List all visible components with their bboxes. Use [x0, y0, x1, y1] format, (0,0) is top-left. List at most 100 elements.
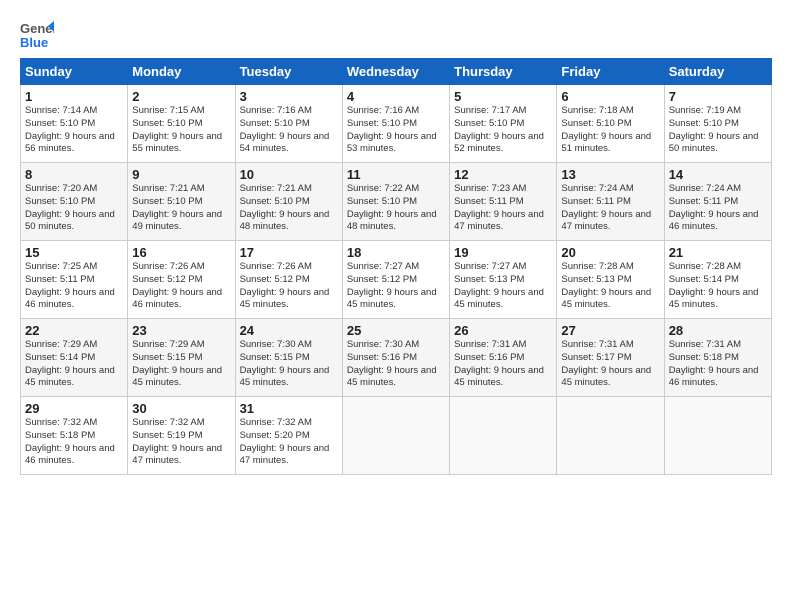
day-number: 5 [454, 89, 552, 104]
day-info: Sunrise: 7:31 AMSunset: 5:16 PMDaylight:… [454, 339, 552, 390]
day-cell: 6Sunrise: 7:18 AMSunset: 5:10 PMDaylight… [557, 85, 664, 163]
col-header-tuesday: Tuesday [235, 59, 342, 85]
day-cell: 27Sunrise: 7:31 AMSunset: 5:17 PMDayligh… [557, 319, 664, 397]
logo: General Blue [20, 18, 56, 50]
day-info: Sunrise: 7:23 AMSunset: 5:11 PMDaylight:… [454, 183, 552, 234]
day-number: 15 [25, 245, 123, 260]
col-header-wednesday: Wednesday [342, 59, 449, 85]
day-number: 16 [132, 245, 230, 260]
day-info: Sunrise: 7:24 AMSunset: 5:11 PMDaylight:… [669, 183, 767, 234]
day-cell [450, 397, 557, 475]
day-cell: 5Sunrise: 7:17 AMSunset: 5:10 PMDaylight… [450, 85, 557, 163]
day-cell: 24Sunrise: 7:30 AMSunset: 5:15 PMDayligh… [235, 319, 342, 397]
day-cell: 8Sunrise: 7:20 AMSunset: 5:10 PMDaylight… [21, 163, 128, 241]
day-cell [557, 397, 664, 475]
col-header-saturday: Saturday [664, 59, 771, 85]
day-info: Sunrise: 7:27 AMSunset: 5:12 PMDaylight:… [347, 261, 445, 312]
day-info: Sunrise: 7:15 AMSunset: 5:10 PMDaylight:… [132, 105, 230, 156]
day-cell: 31Sunrise: 7:32 AMSunset: 5:20 PMDayligh… [235, 397, 342, 475]
week-row-5: 29Sunrise: 7:32 AMSunset: 5:18 PMDayligh… [21, 397, 772, 475]
col-header-thursday: Thursday [450, 59, 557, 85]
day-number: 22 [25, 323, 123, 338]
day-info: Sunrise: 7:24 AMSunset: 5:11 PMDaylight:… [561, 183, 659, 234]
calendar-header-row: SundayMondayTuesdayWednesdayThursdayFrid… [21, 59, 772, 85]
day-info: Sunrise: 7:16 AMSunset: 5:10 PMDaylight:… [347, 105, 445, 156]
day-info: Sunrise: 7:26 AMSunset: 5:12 PMDaylight:… [132, 261, 230, 312]
day-cell: 25Sunrise: 7:30 AMSunset: 5:16 PMDayligh… [342, 319, 449, 397]
day-cell: 11Sunrise: 7:22 AMSunset: 5:10 PMDayligh… [342, 163, 449, 241]
day-cell: 20Sunrise: 7:28 AMSunset: 5:13 PMDayligh… [557, 241, 664, 319]
day-info: Sunrise: 7:32 AMSunset: 5:19 PMDaylight:… [132, 417, 230, 468]
day-cell: 14Sunrise: 7:24 AMSunset: 5:11 PMDayligh… [664, 163, 771, 241]
day-cell: 22Sunrise: 7:29 AMSunset: 5:14 PMDayligh… [21, 319, 128, 397]
day-cell: 10Sunrise: 7:21 AMSunset: 5:10 PMDayligh… [235, 163, 342, 241]
day-number: 25 [347, 323, 445, 338]
day-number: 11 [347, 167, 445, 182]
day-number: 10 [240, 167, 338, 182]
calendar-table: SundayMondayTuesdayWednesdayThursdayFrid… [20, 58, 772, 475]
day-number: 1 [25, 89, 123, 104]
day-cell: 19Sunrise: 7:27 AMSunset: 5:13 PMDayligh… [450, 241, 557, 319]
day-number: 21 [669, 245, 767, 260]
day-number: 19 [454, 245, 552, 260]
day-info: Sunrise: 7:30 AMSunset: 5:16 PMDaylight:… [347, 339, 445, 390]
day-cell: 9Sunrise: 7:21 AMSunset: 5:10 PMDaylight… [128, 163, 235, 241]
day-info: Sunrise: 7:19 AMSunset: 5:10 PMDaylight:… [669, 105, 767, 156]
day-number: 26 [454, 323, 552, 338]
day-number: 29 [25, 401, 123, 416]
day-info: Sunrise: 7:31 AMSunset: 5:17 PMDaylight:… [561, 339, 659, 390]
day-cell: 7Sunrise: 7:19 AMSunset: 5:10 PMDaylight… [664, 85, 771, 163]
day-cell: 1Sunrise: 7:14 AMSunset: 5:10 PMDaylight… [21, 85, 128, 163]
day-cell: 21Sunrise: 7:28 AMSunset: 5:14 PMDayligh… [664, 241, 771, 319]
svg-text:Blue: Blue [20, 35, 48, 50]
day-number: 30 [132, 401, 230, 416]
day-info: Sunrise: 7:26 AMSunset: 5:12 PMDaylight:… [240, 261, 338, 312]
day-cell [664, 397, 771, 475]
day-info: Sunrise: 7:25 AMSunset: 5:11 PMDaylight:… [25, 261, 123, 312]
day-info: Sunrise: 7:29 AMSunset: 5:15 PMDaylight:… [132, 339, 230, 390]
day-cell: 29Sunrise: 7:32 AMSunset: 5:18 PMDayligh… [21, 397, 128, 475]
day-number: 3 [240, 89, 338, 104]
day-number: 24 [240, 323, 338, 338]
day-number: 23 [132, 323, 230, 338]
week-row-2: 8Sunrise: 7:20 AMSunset: 5:10 PMDaylight… [21, 163, 772, 241]
day-info: Sunrise: 7:28 AMSunset: 5:14 PMDaylight:… [669, 261, 767, 312]
day-number: 27 [561, 323, 659, 338]
day-number: 2 [132, 89, 230, 104]
col-header-monday: Monday [128, 59, 235, 85]
day-cell: 12Sunrise: 7:23 AMSunset: 5:11 PMDayligh… [450, 163, 557, 241]
page: General Blue SundayMondayTuesdayWednesda… [0, 0, 792, 485]
day-number: 4 [347, 89, 445, 104]
day-info: Sunrise: 7:21 AMSunset: 5:10 PMDaylight:… [132, 183, 230, 234]
day-number: 9 [132, 167, 230, 182]
day-cell: 18Sunrise: 7:27 AMSunset: 5:12 PMDayligh… [342, 241, 449, 319]
day-number: 20 [561, 245, 659, 260]
day-number: 12 [454, 167, 552, 182]
day-cell: 16Sunrise: 7:26 AMSunset: 5:12 PMDayligh… [128, 241, 235, 319]
day-cell: 28Sunrise: 7:31 AMSunset: 5:18 PMDayligh… [664, 319, 771, 397]
day-number: 7 [669, 89, 767, 104]
day-cell: 3Sunrise: 7:16 AMSunset: 5:10 PMDaylight… [235, 85, 342, 163]
week-row-4: 22Sunrise: 7:29 AMSunset: 5:14 PMDayligh… [21, 319, 772, 397]
week-row-3: 15Sunrise: 7:25 AMSunset: 5:11 PMDayligh… [21, 241, 772, 319]
day-info: Sunrise: 7:32 AMSunset: 5:20 PMDaylight:… [240, 417, 338, 468]
day-info: Sunrise: 7:21 AMSunset: 5:10 PMDaylight:… [240, 183, 338, 234]
day-cell: 23Sunrise: 7:29 AMSunset: 5:15 PMDayligh… [128, 319, 235, 397]
day-cell: 30Sunrise: 7:32 AMSunset: 5:19 PMDayligh… [128, 397, 235, 475]
day-number: 31 [240, 401, 338, 416]
day-cell: 2Sunrise: 7:15 AMSunset: 5:10 PMDaylight… [128, 85, 235, 163]
day-cell: 17Sunrise: 7:26 AMSunset: 5:12 PMDayligh… [235, 241, 342, 319]
day-cell: 15Sunrise: 7:25 AMSunset: 5:11 PMDayligh… [21, 241, 128, 319]
col-header-sunday: Sunday [21, 59, 128, 85]
day-info: Sunrise: 7:29 AMSunset: 5:14 PMDaylight:… [25, 339, 123, 390]
header: General Blue [20, 18, 772, 50]
logo-icon: General Blue [20, 18, 54, 50]
day-info: Sunrise: 7:14 AMSunset: 5:10 PMDaylight:… [25, 105, 123, 156]
day-cell [342, 397, 449, 475]
day-info: Sunrise: 7:16 AMSunset: 5:10 PMDaylight:… [240, 105, 338, 156]
day-number: 13 [561, 167, 659, 182]
day-cell: 4Sunrise: 7:16 AMSunset: 5:10 PMDaylight… [342, 85, 449, 163]
day-number: 8 [25, 167, 123, 182]
day-info: Sunrise: 7:32 AMSunset: 5:18 PMDaylight:… [25, 417, 123, 468]
day-cell: 26Sunrise: 7:31 AMSunset: 5:16 PMDayligh… [450, 319, 557, 397]
